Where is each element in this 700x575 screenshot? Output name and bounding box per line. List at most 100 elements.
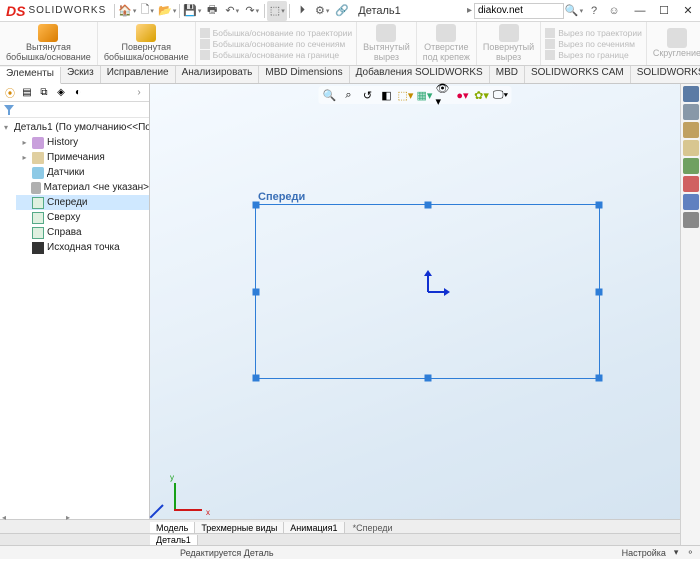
link-button[interactable]: 🔗 bbox=[332, 1, 352, 21]
tree-root-part[interactable]: ▾Деталь1 (По умолчанию<<По умолч bbox=[0, 120, 149, 135]
taskpane-view-palette-icon[interactable] bbox=[683, 158, 699, 174]
taskpane-design-library-icon[interactable] bbox=[683, 122, 699, 138]
tab-evaluate[interactable]: Исправление bbox=[101, 66, 176, 83]
display-style-icon[interactable]: ▦▾ bbox=[417, 87, 433, 103]
fillet-button[interactable]: Скругление bbox=[647, 22, 700, 65]
feature-manager-panel: ⦿ ▤ ⧉ ◈ ◐ › ▾Деталь1 (По умолчанию<<По у… bbox=[0, 84, 150, 545]
taskpane-file-explorer-icon[interactable] bbox=[683, 140, 699, 156]
view-tab-model[interactable]: Модель bbox=[150, 522, 195, 534]
search-box[interactable]: ▸ 🔍 bbox=[467, 1, 584, 21]
hole-wizard-button[interactable]: Отверстие под крепеж bbox=[417, 22, 477, 65]
lofted-cut-button[interactable]: Вырез по сечениям bbox=[545, 39, 642, 49]
handle-mr[interactable] bbox=[596, 288, 603, 295]
view-orientation-icon[interactable]: ⬚▾ bbox=[398, 87, 414, 103]
taskpane-custom-props-icon[interactable] bbox=[683, 194, 699, 210]
tab-sw-addins[interactable]: Добавления SOLIDWORKS bbox=[350, 66, 490, 83]
boundary-boss-button[interactable]: Бобышка/основание на границе bbox=[200, 50, 353, 60]
search-scope-button[interactable]: 🔍 bbox=[564, 1, 584, 21]
rebuild-button[interactable]: ⏵ bbox=[292, 1, 312, 21]
extruded-boss-button[interactable]: Вытянутая бобышка/основание bbox=[0, 22, 98, 65]
heads-up-toolbar: 🔍 ⌕ ↺ ◧ ⬚▾ ▦▾ 👁▾ ●▾ ✿▾ 🖵▾ bbox=[319, 86, 512, 104]
handle-tr[interactable] bbox=[596, 202, 603, 209]
search-input[interactable] bbox=[474, 3, 564, 19]
feature-manager-tab[interactable]: ⦿ bbox=[3, 86, 17, 100]
tab-analyze[interactable]: Анализировать bbox=[176, 66, 260, 83]
help-button[interactable]: ? bbox=[584, 1, 604, 21]
taskpane-resources-icon[interactable] bbox=[683, 104, 699, 120]
taskpane-home-icon[interactable] bbox=[683, 86, 699, 102]
home-button[interactable]: 🏠 bbox=[117, 1, 137, 21]
configuration-manager-tab[interactable]: ⧉ bbox=[37, 86, 51, 100]
tab-mbd-dim[interactable]: MBD Dimensions bbox=[259, 66, 349, 83]
open-file-button[interactable]: 📂 bbox=[157, 1, 177, 21]
tree-sensors[interactable]: Датчики bbox=[16, 165, 149, 180]
tab-features[interactable]: Элементы bbox=[0, 67, 61, 84]
taskpane-forum-icon[interactable] bbox=[683, 212, 699, 228]
tree-front-plane[interactable]: Спереди bbox=[16, 195, 149, 210]
hide-show-icon[interactable]: 👁▾ bbox=[436, 87, 452, 103]
task-pane bbox=[680, 84, 700, 545]
swept-boss-button[interactable]: Бобышка/основание по траектории bbox=[200, 28, 353, 38]
logo-ds: DS bbox=[6, 3, 25, 19]
search-icon: ▸ bbox=[467, 5, 472, 16]
property-manager-tab[interactable]: ▤ bbox=[20, 86, 34, 100]
apply-scene-icon[interactable]: ✿▾ bbox=[474, 87, 490, 103]
revolved-boss-button[interactable]: Повернутая бобышка/основание bbox=[98, 22, 196, 65]
tab-sw-cam[interactable]: SOLIDWORKS CAM bbox=[525, 66, 631, 83]
tree-top-plane[interactable]: Сверху bbox=[16, 210, 149, 225]
extruded-cut-button[interactable]: Вытянутый вырез bbox=[357, 22, 417, 65]
dimxpert-tab[interactable]: ◈ bbox=[54, 86, 68, 100]
view-tab-3dviews[interactable]: Трехмерные виды bbox=[195, 522, 284, 534]
handle-br[interactable] bbox=[596, 375, 603, 382]
revolved-cut-button[interactable]: Повернутый вырез bbox=[477, 22, 541, 65]
tab-sketch[interactable]: Эскиз bbox=[61, 66, 101, 83]
save-button[interactable]: 💾 bbox=[182, 1, 202, 21]
boundary-cut-button[interactable]: Вырез по границе bbox=[545, 50, 642, 60]
handle-ml[interactable] bbox=[253, 288, 260, 295]
handle-tl[interactable] bbox=[253, 202, 260, 209]
zoom-fit-icon[interactable]: 🔍 bbox=[322, 87, 338, 103]
tree-annotations[interactable]: ▸Примечания bbox=[16, 150, 149, 165]
tree-origin[interactable]: Исходная точка bbox=[16, 240, 149, 255]
handle-tc[interactable] bbox=[424, 202, 431, 209]
tab-sw-cam-tbm[interactable]: SOLIDWORKS CAM TBM bbox=[631, 66, 700, 83]
new-file-button[interactable]: 🗋 bbox=[137, 1, 157, 21]
tree-material[interactable]: Материал <не указан> bbox=[16, 180, 149, 195]
handle-bl[interactable] bbox=[253, 375, 260, 382]
previous-view-icon[interactable]: ↺ bbox=[360, 87, 376, 103]
minimize-button[interactable]: — bbox=[628, 1, 652, 21]
handle-bc[interactable] bbox=[424, 375, 431, 382]
display-manager-tab[interactable]: ◐ bbox=[71, 86, 85, 100]
fillet-icon bbox=[667, 28, 687, 48]
options-button[interactable]: ⚙ bbox=[312, 1, 332, 21]
triad-x-label: x bbox=[206, 508, 210, 517]
view-settings-icon[interactable]: 🖵▾ bbox=[493, 87, 509, 103]
tree-right-plane[interactable]: Справа bbox=[16, 225, 149, 240]
main-area: ⦿ ▤ ⧉ ◈ ◐ › ▾Деталь1 (По умолчанию<<По у… bbox=[0, 84, 700, 545]
select-button[interactable]: ⬚ bbox=[267, 1, 287, 21]
taskpane-appearances-icon[interactable] bbox=[683, 176, 699, 192]
user-button[interactable]: ☺ bbox=[604, 1, 624, 21]
status-units-icon[interactable]: ▾ bbox=[674, 547, 679, 558]
tree-filter[interactable] bbox=[0, 102, 149, 118]
title-bar: DS SOLIDWORKS 🏠 🗋 📂 💾 🖶 ↶ ↷ ⬚ ⏵ ⚙ 🔗 Дета… bbox=[0, 0, 700, 22]
maximize-button[interactable]: ☐ bbox=[652, 1, 676, 21]
view-tab-animation[interactable]: Анимация1 bbox=[284, 522, 344, 534]
close-button[interactable]: ✕ bbox=[676, 1, 700, 21]
swept-cut-button[interactable]: Вырез по траектории bbox=[545, 28, 642, 38]
doc-tab-part1[interactable]: Деталь1 bbox=[150, 535, 198, 545]
manager-overflow[interactable]: › bbox=[132, 86, 146, 100]
section-view-icon[interactable]: ◧ bbox=[379, 87, 395, 103]
tree-history[interactable]: ▸History bbox=[16, 135, 149, 150]
lofted-boss-button[interactable]: Бобышка/основание по сечениям bbox=[200, 39, 353, 49]
graphics-viewport[interactable]: 🔍 ⌕ ↺ ◧ ⬚▾ ▦▾ 👁▾ ●▾ ✿▾ 🖵▾ Спереди bbox=[150, 84, 680, 545]
undo-button[interactable]: ↶ bbox=[222, 1, 242, 21]
hole-icon bbox=[436, 24, 456, 42]
redo-button[interactable]: ↷ bbox=[242, 1, 262, 21]
status-customize[interactable]: Настройка bbox=[622, 548, 666, 558]
zoom-area-icon[interactable]: ⌕ bbox=[341, 87, 357, 103]
status-overflow-icon[interactable]: ⚬ bbox=[686, 547, 694, 558]
tab-mbd[interactable]: MBD bbox=[490, 66, 525, 83]
edit-appearance-icon[interactable]: ●▾ bbox=[455, 87, 471, 103]
print-button[interactable]: 🖶 bbox=[202, 1, 222, 21]
